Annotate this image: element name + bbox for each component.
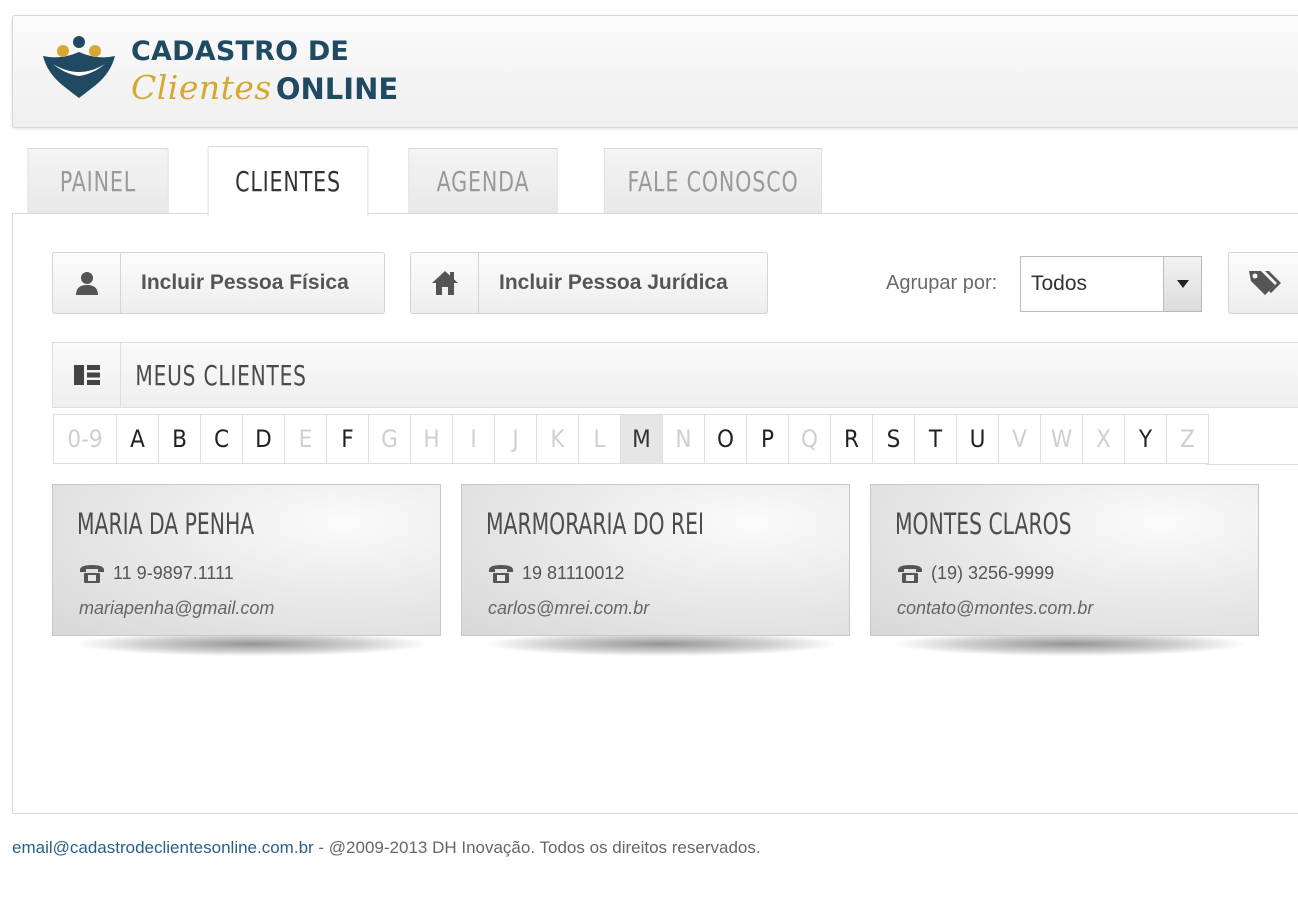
clients-section-header: MEUS CLIENTES — [52, 342, 1298, 408]
letter-filter-f[interactable]: F — [326, 414, 369, 464]
alphabet-divider — [1206, 464, 1298, 465]
letter-filter-z[interactable]: Z — [1166, 414, 1209, 464]
letter-filter-k[interactable]: K — [536, 414, 579, 464]
dropdown-arrow-icon[interactable] — [1163, 257, 1201, 311]
client-card[interactable]: MONTES CLAROS (19) 3256-9999 contato@mon… — [870, 484, 1259, 636]
letter-filter-x[interactable]: X — [1082, 414, 1125, 464]
client-email[interactable]: contato@montes.com.br — [897, 598, 1093, 619]
letter-filter-a[interactable]: A — [116, 414, 159, 464]
group-by-value: Todos — [1031, 272, 1088, 295]
letter-filter-s[interactable]: S — [872, 414, 915, 464]
group-by-label: Agrupar por: — [886, 272, 998, 294]
add-person-button[interactable]: Incluir Pessoa Física — [52, 252, 385, 314]
letter-filter-u[interactable]: U — [956, 414, 999, 464]
house-icon — [411, 253, 479, 313]
person-icon — [53, 253, 121, 313]
client-name: MARMORARIA DO REI — [486, 507, 704, 541]
letter-filter-0-9[interactable]: 0-9 — [53, 414, 117, 464]
list-view-icon — [53, 343, 121, 407]
letter-filter-g[interactable]: G — [368, 414, 411, 464]
phone-icon — [80, 564, 104, 583]
letter-filter-c[interactable]: C — [200, 414, 243, 464]
letter-filter-j[interactable]: J — [494, 414, 537, 464]
tags-button[interactable] — [1228, 252, 1298, 314]
app-header: CADASTRO DE Clientes ONLINE — [12, 15, 1298, 128]
footer-email-link[interactable]: email@cadastrodeclientesonline.com.br — [12, 838, 314, 857]
logo-subtitle: Clientes ONLINE — [131, 68, 398, 107]
add-company-label: Incluir Pessoa Jurídica — [499, 271, 728, 294]
group-by-select[interactable]: Todos — [1020, 256, 1202, 312]
client-email[interactable]: mariapenha@gmail.com — [79, 598, 274, 619]
letter-filter-w[interactable]: W — [1040, 414, 1083, 464]
letter-filter-t[interactable]: T — [914, 414, 957, 464]
client-email[interactable]: carlos@mrei.com.br — [488, 598, 649, 619]
client-phone: 11 9-9897.1111 — [113, 563, 234, 583]
letter-filter-p[interactable]: P — [746, 414, 789, 464]
footer-copyright: - @2009-2013 DH Inovação. Todos os direi… — [313, 838, 761, 857]
logo-mark — [43, 36, 115, 98]
logo-script-text: Clientes — [131, 68, 272, 107]
tab-painel[interactable]: PAINEL — [27, 148, 169, 214]
letter-filter-q[interactable]: Q — [788, 414, 831, 464]
letter-filter-i[interactable]: I — [452, 414, 495, 464]
phone-icon — [898, 564, 922, 583]
footer: email@cadastrodeclientesonline.com.br - … — [12, 838, 761, 858]
tab-fale-conosco[interactable]: FALE CONOSCO — [603, 148, 823, 214]
letter-filter-d[interactable]: D — [242, 414, 285, 464]
letter-filter-v[interactable]: V — [998, 414, 1041, 464]
phone-icon — [489, 564, 513, 583]
add-person-label: Incluir Pessoa Física — [141, 271, 349, 294]
tab-clientes[interactable]: CLIENTES — [207, 146, 369, 216]
logo-title: CADASTRO DE — [131, 36, 350, 67]
alphabet-filter: 0-9 A B C D E F G H I J K L M N O P Q R S T U V W X Y Z — [53, 414, 1209, 464]
letter-filter-r[interactable]: R — [830, 414, 873, 464]
letter-filter-o[interactable]: O — [704, 414, 747, 464]
letter-filter-l[interactable]: L — [578, 414, 621, 464]
section-title: MEUS CLIENTES — [135, 358, 307, 392]
client-phone: (19) 3256-9999 — [931, 563, 1055, 583]
client-card[interactable]: MARMORARIA DO REI 19 81110012 carlos@mre… — [461, 484, 850, 636]
letter-filter-b[interactable]: B — [158, 414, 201, 464]
tab-agenda[interactable]: AGENDA — [408, 148, 558, 214]
client-name: MARIA DA PENHA — [77, 507, 255, 541]
add-company-button[interactable]: Incluir Pessoa Jurídica — [410, 252, 768, 314]
letter-filter-e[interactable]: E — [284, 414, 327, 464]
client-name: MONTES CLAROS — [895, 507, 1072, 541]
letter-filter-n[interactable]: N — [662, 414, 705, 464]
letter-filter-m[interactable]: M — [620, 414, 663, 464]
letter-filter-y[interactable]: Y — [1124, 414, 1167, 464]
logo-online-text: ONLINE — [275, 72, 399, 106]
tags-icon — [1249, 271, 1281, 295]
client-card[interactable]: MARIA DA PENHA 11 9-9897.1111 mariapenha… — [52, 484, 441, 636]
client-phone: 19 81110012 — [522, 563, 625, 583]
letter-filter-h[interactable]: H — [410, 414, 453, 464]
